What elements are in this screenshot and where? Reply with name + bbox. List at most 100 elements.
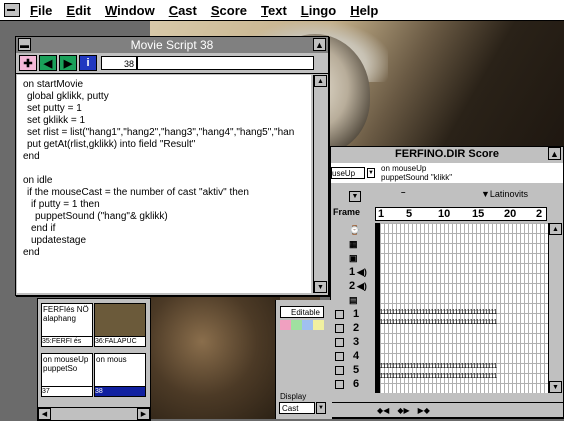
menu-cast[interactable]: Cast — [169, 3, 197, 18]
info-icon[interactable]: i — [79, 55, 97, 71]
menu-text[interactable]: Text — [261, 3, 287, 18]
score-cell-row: 1111111111111111111111111111111111111111 — [376, 373, 497, 381]
script-titlebar[interactable]: ▬ Movie Script 38 ▲ — [16, 37, 328, 53]
cast-number-field[interactable]: 38 — [101, 56, 137, 70]
menu-window[interactable]: Window — [105, 3, 155, 18]
menu-score[interactable]: Score — [211, 3, 247, 18]
scroll-right-icon[interactable]: ▶ — [137, 408, 150, 420]
score-window: FERFINO.DIR Score ▲ useUp ▼ on mouseUp p… — [330, 146, 564, 418]
ink-label: ▼Latinovits — [481, 189, 528, 199]
cast-member-text: FERFIés NÖ alaphang — [43, 305, 89, 323]
menu-help[interactable]: Help — [350, 3, 378, 18]
cast-member-text: on mous — [96, 355, 127, 364]
sprite-channel-1[interactable]: 1 — [331, 307, 375, 321]
score-label-dash: – — [401, 188, 406, 197]
sprite-channel-5[interactable]: 5 — [331, 363, 375, 377]
jump-icon[interactable]: ▶◆ — [418, 406, 430, 415]
menu-lingo[interactable]: Lingo — [301, 3, 336, 18]
script-selector-dropdown-icon[interactable]: ▼ — [367, 168, 375, 178]
display-dropdown-icon[interactable]: ▼ — [316, 402, 326, 414]
maximize-icon[interactable]: ▲ — [313, 38, 326, 51]
cast-member-35[interactable]: FERFIés NÖ alaphang 35:FERFI és — [41, 303, 93, 347]
score-script-line: puppetSound "klikk" — [381, 173, 453, 182]
score-cell-row: 1111111111111111111111111111111111111111 — [376, 309, 497, 317]
sprite-channel-3[interactable]: 3 — [331, 335, 375, 349]
palette-icon: ▦ — [349, 238, 358, 249]
frame-number: 10 — [438, 208, 451, 220]
channel-toggle[interactable] — [335, 323, 344, 333]
step-back-icon[interactable]: ◆◀ — [377, 406, 389, 415]
editable-checkbox[interactable]: Editable — [280, 306, 324, 318]
scroll-down-icon[interactable]: ▼ — [314, 281, 327, 293]
plus-icon[interactable]: ✚ — [19, 55, 37, 71]
sprite-channel-4[interactable]: 4 — [331, 349, 375, 363]
code-line: put getAt(rlist,gklikk) into field "Resu… — [27, 139, 196, 150]
code-line: puppetSound ("hang"& gklikk) — [35, 211, 168, 222]
transition-icon: ▣ — [349, 252, 358, 263]
chevron-down-icon[interactable]: ▼ — [349, 191, 361, 202]
frame-number: 1 — [378, 208, 385, 220]
score-titlebar[interactable]: FERFINO.DIR Score ▲ — [331, 147, 563, 161]
color-swatches[interactable] — [280, 320, 324, 330]
menu-bar: File Edit Window Cast Score Text Lingo H… — [0, 0, 564, 21]
sound-channel-1[interactable]: 1 ◀) — [331, 265, 375, 279]
sprite-channel-6[interactable]: 6 — [331, 377, 375, 391]
transition-channel[interactable]: ▣ — [331, 251, 375, 265]
channel-toggle[interactable] — [335, 309, 344, 319]
arrow-left-icon[interactable]: ◀ — [39, 55, 57, 71]
scroll-up-icon[interactable]: ▲ — [314, 75, 327, 87]
code-line: set putty = 1 — [27, 103, 82, 114]
channel-column: ⌚ ▦ ▣ 1 ◀) 2 ◀) ▤ 1 2 3 4 5 6 — [331, 223, 375, 393]
score-scrollbar[interactable]: ▲ ▼ — [548, 223, 563, 393]
channel-toggle[interactable] — [335, 337, 344, 347]
scroll-up-icon[interactable]: ▲ — [549, 223, 562, 235]
movie-script-window: ▬ Movie Script 38 ▲ ✚ ◀ ▶ i 38 on startM… — [15, 36, 329, 296]
menu-file[interactable]: File — [30, 3, 52, 18]
arrow-right-icon[interactable]: ▶ — [59, 55, 77, 71]
score-options-panel: Editable Display Cast ▼ — [275, 300, 332, 419]
tempo-icon: ⌚ — [349, 224, 361, 235]
palette-channel[interactable]: ▦ — [331, 237, 375, 251]
code-line: on idle — [23, 175, 53, 186]
code-line: set gklikk = 1 — [27, 115, 86, 126]
sprite-channel-2[interactable]: 2 — [331, 321, 375, 335]
script-code-area[interactable]: on startMovie global gklikk, putty set p… — [17, 75, 311, 293]
speaker-icon: ◀) — [357, 266, 367, 277]
score-script-line: on mouseUp — [381, 164, 427, 173]
script-selector[interactable]: useUp — [331, 167, 365, 179]
channel-toggle[interactable] — [335, 365, 344, 375]
step-fwd-icon[interactable]: ◆▶ — [397, 406, 409, 415]
frame-number: 15 — [472, 208, 485, 220]
score-script-row[interactable]: useUp ▼ on mouseUp puppetSound "klikk" — [331, 163, 563, 183]
script-channel-icon: ▤ — [349, 294, 358, 305]
code-line: global gklikk, putty — [27, 91, 109, 102]
cast-member-36[interactable]: 36:FALAPÚC — [94, 303, 146, 347]
display-select[interactable]: Cast — [279, 402, 315, 414]
script-scrollbar[interactable]: ▲ ▼ — [313, 75, 328, 293]
score-grid[interactable]: 1111111111111111111111111111111111111111… — [375, 223, 548, 393]
menu-edit[interactable]: Edit — [66, 3, 91, 18]
channel-toggle[interactable] — [335, 351, 344, 361]
channel-toggle[interactable] — [335, 379, 344, 389]
scroll-left-icon[interactable]: ◀ — [38, 408, 51, 420]
cast-scrollbar[interactable]: ◀ ▶ — [38, 407, 150, 420]
playback-head[interactable] — [376, 223, 380, 393]
cast-member-37[interactable]: on mouseUp puppetSo 37 — [41, 353, 93, 397]
cast-name-field[interactable] — [137, 56, 314, 70]
cast-member-text: on mouseUp puppetSo — [43, 355, 89, 373]
script-channel[interactable]: ▤ — [331, 293, 375, 307]
score-bottom-bar: ◆◀ ◆▶ ▶◆ — [331, 402, 563, 417]
system-menu-icon[interactable] — [4, 3, 20, 17]
maximize-icon[interactable]: ▲ — [548, 147, 561, 160]
frame-ruler[interactable]: 1 5 10 15 20 2 — [375, 207, 547, 221]
window-menu-icon[interactable]: ▬ — [18, 38, 31, 51]
scroll-down-icon[interactable]: ▼ — [549, 381, 562, 393]
score-cell-row: 1111111111111111111111111111111111111111 — [376, 319, 497, 327]
code-line: if putty = 1 then — [31, 199, 100, 210]
score-title: FERFINO.DIR Score — [395, 148, 499, 160]
cast-member-38[interactable]: on mous 38 — [94, 353, 146, 397]
tempo-channel[interactable]: ⌚ — [331, 223, 375, 237]
code-line: end — [23, 151, 40, 162]
sound-channel-2[interactable]: 2 ◀) — [331, 279, 375, 293]
